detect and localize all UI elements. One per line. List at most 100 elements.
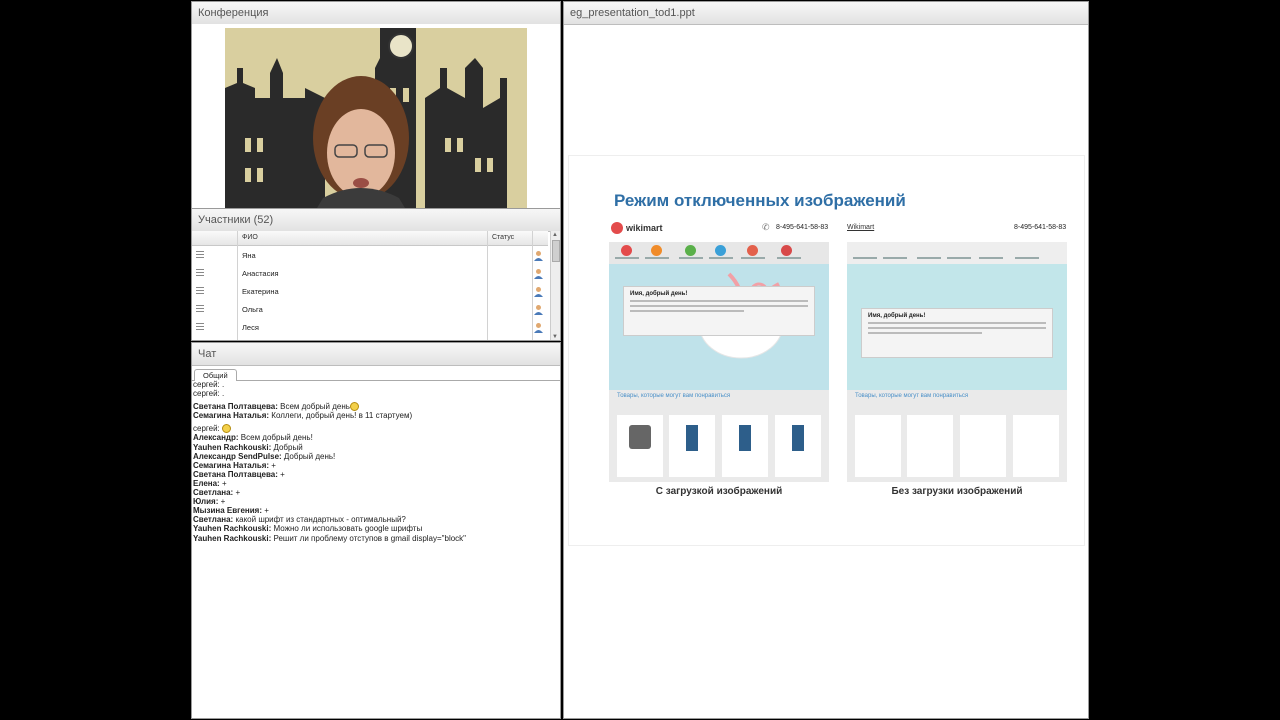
- box-title: Имя, добрый день!: [868, 313, 926, 319]
- chat-author: Мызина Евгения:: [193, 506, 263, 516]
- chat-author: Yauhen Rachkouski:: [193, 442, 272, 452]
- chat-text: Коллеги, добрый день! в 11 стартуем): [269, 411, 413, 421]
- participant-name: Яна: [242, 251, 256, 260]
- chat-author: Юлия:: [193, 497, 219, 507]
- chat-text: +: [218, 497, 226, 507]
- participant-row[interactable]: Анастасия: [192, 265, 548, 282]
- row-menu-icon[interactable]: [196, 269, 204, 276]
- row-menu-icon[interactable]: [196, 305, 204, 312]
- scroll-up-icon[interactable]: ▲: [552, 232, 558, 238]
- mock-goods: Товары, которые могут вам понравиться: [847, 390, 1067, 482]
- webcam-video: [225, 28, 527, 208]
- participant-name: Ольга: [242, 305, 263, 314]
- chat-text: Добрый день!: [281, 451, 336, 461]
- participant-name: Анастасия: [242, 269, 279, 278]
- column-status[interactable]: Статус: [492, 234, 514, 241]
- chat-log: сергей: . сергей: . Светана Полтавцева: Вс…: [193, 380, 553, 543]
- slide: Режим отключенных изображений wikimart ✆…: [568, 155, 1085, 546]
- participant-row[interactable]: Екатерина: [192, 283, 548, 300]
- participants-table: ФИО Статус Яна Анастасия Екатерина Ольга: [192, 231, 560, 340]
- chat-author: Семагина Наталья:: [193, 460, 270, 470]
- goods-header: Товары, которые могут вам понравиться: [617, 393, 731, 399]
- chat-message: Yauhen Rachkouski: Добрый: [193, 443, 553, 452]
- chat-text: +: [219, 478, 227, 488]
- chat-message: Мызина Евгения: +: [193, 506, 553, 515]
- video-frame: [225, 28, 527, 208]
- caption-without-images: Без загрузки изображений: [891, 486, 1023, 497]
- chat-text: .: [219, 389, 225, 399]
- chat-text: Решит ли проблему отступов в gmail displ…: [271, 533, 467, 543]
- chat-author: Семагина Наталья:: [193, 411, 270, 421]
- chat-text: +: [233, 488, 241, 498]
- phone-icon: ✆: [762, 222, 770, 232]
- chat-text: +: [277, 469, 285, 479]
- chat-text: Всем добрый день: [277, 402, 350, 412]
- participant-row[interactable]: Леся: [192, 319, 548, 336]
- caption-with-images: С загрузкой изображений: [655, 486, 783, 497]
- chat-message: Светлана: какой шрифт из стандартных - о…: [193, 515, 553, 524]
- chat-message: Александр: Всем добрый день!: [193, 433, 553, 442]
- participants-title: Участники (52): [192, 209, 560, 232]
- chat-author: Александр:: [193, 433, 239, 443]
- box-title: Имя, добрый день!: [630, 291, 688, 297]
- chat-message: сергей: .: [193, 389, 553, 398]
- chat-message: Юлия: +: [193, 497, 553, 506]
- chat-panel: Чат Общий сергей: . сергей: . Светана Полт…: [191, 342, 561, 719]
- chat-text: какой шрифт из стандартных - оптимальный…: [233, 515, 406, 525]
- chat-author: сергей:: [193, 380, 220, 389]
- phone: 8-495-641-58-83: [1014, 224, 1067, 231]
- chat-title: Чат: [192, 343, 560, 366]
- chat-message: Семагина Наталья: +: [193, 461, 553, 470]
- slide-heading: Режим отключенных изображений: [614, 191, 906, 210]
- wikimart-logo-icon: [611, 222, 623, 234]
- chat-text: Всем добрый день!: [238, 433, 313, 443]
- scroll-thumb[interactable]: [552, 240, 560, 262]
- chat-message: Александр SendPulse: Добрый день!: [193, 452, 553, 461]
- presentation-panel: eg_presentation_tod1.ppt Режим отключенн…: [563, 1, 1089, 719]
- mock-nav: [847, 242, 1067, 264]
- participant-row[interactable]: Ольга: [192, 301, 548, 318]
- chat-text: Добрый: [271, 442, 303, 452]
- user-icon: [534, 269, 543, 279]
- chat-author: Светлана:: [193, 515, 234, 525]
- phone: 8-495-641-58-83: [776, 224, 829, 231]
- row-menu-icon[interactable]: [196, 287, 204, 294]
- scroll-down-icon[interactable]: ▼: [552, 334, 558, 340]
- mock-message-box: Имя, добрый день!: [861, 308, 1053, 358]
- chat-author: Yauhen Rachkouski:: [193, 533, 272, 543]
- chat-message: Yauhen Rachkouski: Решит ли проблему отс…: [193, 534, 553, 543]
- brand: Wikimart: [847, 224, 875, 231]
- presentation-title: eg_presentation_tod1.ppt: [564, 2, 1088, 25]
- participants-scrollbar[interactable]: ▲ ▼: [550, 231, 560, 340]
- mock-nav: [609, 242, 829, 264]
- chat-text: .: [219, 380, 225, 389]
- participants-panel: Участники (52) ФИО Статус Яна Анастасия …: [191, 208, 561, 341]
- chat-message: Светана Полтавцева: Всем добрый день: [193, 402, 553, 412]
- user-icon: [534, 323, 543, 333]
- participants-header: ФИО Статус: [192, 231, 548, 246]
- mock-header: wikimart ✆ 8-495-641-58-83: [609, 220, 829, 240]
- participant-name: Екатерина: [242, 287, 279, 296]
- goods-header: Товары, которые могут вам понравиться: [855, 393, 969, 399]
- participant-row[interactable]: Яна: [192, 247, 548, 264]
- chat-author: сергей:: [193, 424, 220, 434]
- smile-emoji-icon: [222, 424, 232, 434]
- chat-text: Можно ли использовать google шрифты: [271, 524, 423, 534]
- chat-message: Светлана: +: [193, 488, 553, 497]
- chat-author: Светана Полтавцева:: [193, 469, 278, 479]
- column-name[interactable]: ФИО: [242, 234, 258, 241]
- chat-author: Александр SendPulse:: [193, 451, 282, 461]
- chat-message: Елена: +: [193, 479, 553, 488]
- row-menu-icon[interactable]: [196, 323, 204, 330]
- email-mock-with-images: wikimart ✆ 8-495-641-58-83 Имя, добрый д…: [609, 220, 829, 482]
- conference-title: Конференция: [192, 2, 560, 25]
- chat-text: +: [262, 506, 269, 516]
- user-icon: [534, 305, 543, 315]
- chat-message: Yauhen Rachkouski: Можно ли использовать…: [193, 524, 553, 533]
- chat-author: Светлана:: [193, 488, 234, 498]
- participant-name: Леся: [242, 323, 259, 332]
- chat-author: сергей:: [193, 389, 220, 399]
- chat-message: Семагина Наталья: Коллеги, добрый день! …: [193, 411, 553, 420]
- row-menu-icon[interactable]: [196, 251, 204, 258]
- chat-text: +: [269, 460, 276, 470]
